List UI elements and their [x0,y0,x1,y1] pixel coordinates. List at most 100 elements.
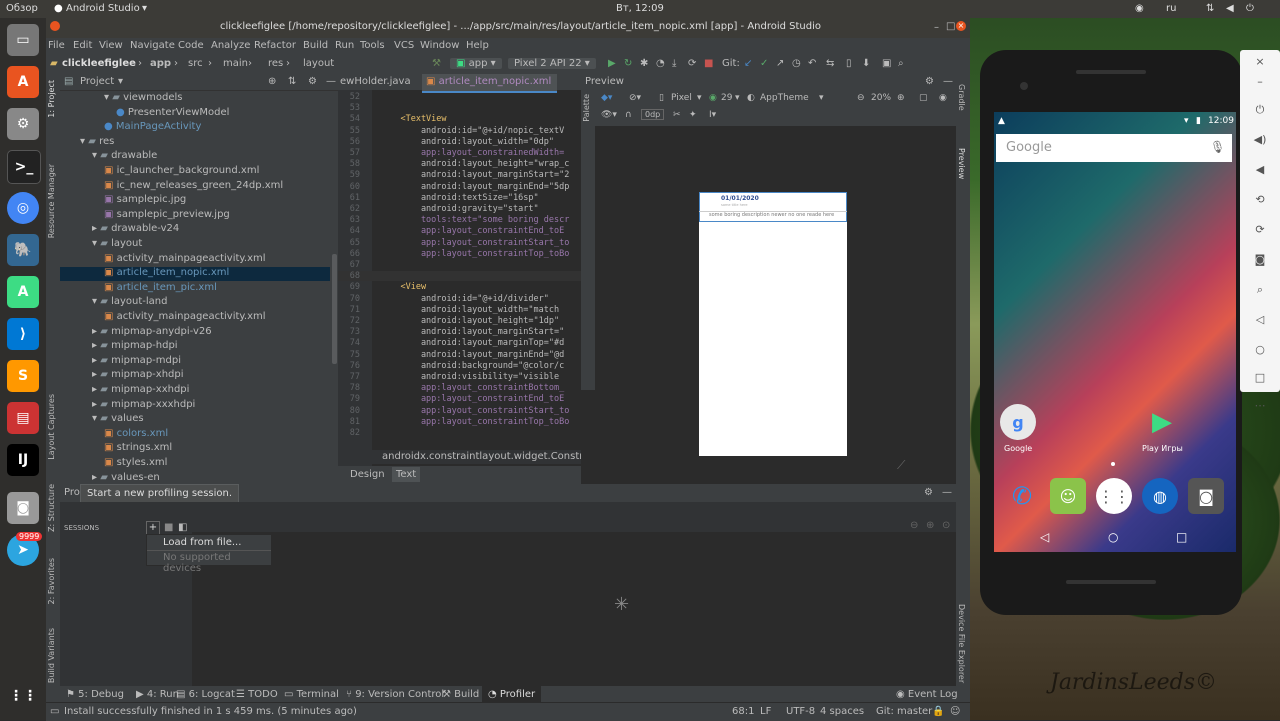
debug-icon[interactable]: ✱ [640,58,648,69]
breadcrumb-main[interactable]: main [223,58,248,69]
tree-item[interactable]: ▾ ▰ layout [60,238,330,252]
back-icon[interactable]: ◁ [1252,312,1268,328]
screenshot-icon[interactable]: ◙ [7,492,39,524]
orientation-icon[interactable]: ⊘▾ [629,93,641,103]
tree-item[interactable]: ▸ ▰ mipmap-xxxhdpi [60,399,330,413]
add-session-button[interactable]: + [146,521,160,535]
stop-button[interactable]: ■ [704,58,713,69]
breadcrumb-app[interactable]: app [150,58,171,69]
tool-favorites[interactable]: 2: Favorites [47,558,56,604]
tool-todo[interactable]: ☰ TODO [236,689,278,700]
sdk-manager-icon[interactable]: ⬇ [862,58,870,69]
tree-item[interactable]: ▾ ▰ layout-land [60,296,330,310]
chevron-down-icon[interactable]: ▸ [92,369,100,380]
layout-preview-canvas[interactable]: 01/01/2020 some title here some boring d… [699,192,847,456]
software-center-icon[interactable]: A [7,66,39,98]
menu-view[interactable]: View [99,40,123,51]
chevron-down-icon[interactable]: ▾ [92,296,100,307]
lock-icon[interactable]: 🔒 [932,706,944,717]
editor-tab-active[interactable]: ▣ article_item_nopic.xml [422,74,558,93]
attach-debugger-icon[interactable]: ⤓ [672,58,676,69]
app-drawer-icon[interactable]: ⋮⋮ [1096,478,1132,514]
inspector-icon[interactable]: ☺ [950,706,960,717]
tree-item[interactable]: ▣ activity_mainpageactivity.xml [60,253,330,267]
tree-item[interactable]: ● MainPageActivity [60,121,330,135]
power-icon[interactable]: ⏻ [1252,102,1268,118]
breadcrumb-project[interactable]: clickleefiglee [62,58,136,69]
zoom-out-icon[interactable]: ⊖ [857,93,865,103]
chevron-down-icon[interactable]: ▾ [118,76,123,87]
browser-icon[interactable]: ◍ [1142,478,1178,514]
power-icon[interactable]: ⏻ [1246,3,1254,14]
tab-design[interactable]: Design [350,469,385,480]
more-icon[interactable]: ⋯ [1252,398,1268,414]
tree-item[interactable]: ▸ ▰ mipmap-xhdpi [60,369,330,383]
git-compare-icon[interactable]: ↗ [776,58,784,69]
preview-device-select[interactable]: Pixel [671,93,692,103]
device-select[interactable]: Pixel 2 API 22 ▾ [508,58,596,69]
stop-session-icon[interactable]: ■ [164,522,173,533]
phone-screen[interactable]: ▲ ▾ ▮ 12:09 Google 🎙 g Google ▶ Play Игр… [994,112,1236,552]
volume-icon[interactable]: ◀ [1226,3,1234,14]
tool-project[interactable]: 1: Project [47,80,56,118]
app-grid-icon[interactable]: ⋮⋮ [7,680,39,712]
menu-tools[interactable]: Tools [360,40,385,51]
menu-analyze[interactable]: Analyze [211,40,250,51]
menu-edit[interactable]: Edit [73,40,92,51]
tree-item[interactable]: ▣ styles.xml [60,457,330,471]
rotate-left-icon[interactable]: ⟲ [1252,192,1268,208]
fit-screen-icon[interactable]: ▢ [919,93,928,103]
menu-vcs[interactable]: VCS [394,40,414,51]
git-update-icon[interactable]: ↙ [744,58,752,69]
tree-item[interactable]: ▸ ▰ values-en [60,472,330,484]
tool-terminal[interactable]: ▭ Terminal [284,689,339,700]
breadcrumb-res[interactable]: res [268,58,283,69]
tree-item[interactable]: ▣ article_item_pic.xml [60,282,330,296]
load-from-file-item[interactable]: Load from file... [163,537,241,548]
gear-icon[interactable]: ⚙ [308,76,317,87]
close-icon[interactable]: × [1252,54,1268,70]
default-margin-select[interactable]: 0dp [641,109,665,120]
code-area[interactable]: 52 53 54 <TextView 55 android:id="@+id/nopi… [338,92,581,452]
screenshot-icon[interactable]: ◙ [1252,252,1268,268]
stop-icon[interactable]: ⟳ [688,58,696,69]
clock[interactable]: Вт, 12:09 [616,3,664,14]
tree-item[interactable]: ▸ ▰ mipmap-mdpi [60,355,330,369]
chevron-down-icon[interactable]: ▸ [92,326,100,337]
minimize-icon[interactable]: – [1252,74,1268,90]
tree-item[interactable]: ▣ samplepic.jpg [60,194,330,208]
rotate-right-icon[interactable]: ⟳ [1252,222,1268,238]
vscode-icon[interactable]: ⟩ [7,318,39,350]
tree-item[interactable]: ● PresenterViewModel [60,107,330,121]
indent-setting[interactable]: 4 spaces [820,706,864,717]
hide-icon[interactable]: — [326,76,336,87]
tool-logcat[interactable]: ▤ 6: Logcat [176,689,235,700]
session-view-icon[interactable]: ◧ [178,522,187,533]
tool-layout-captures[interactable]: Layout Captures [47,394,56,460]
chevron-down-icon[interactable]: ▾ [104,92,112,103]
menu-help[interactable]: Help [466,40,489,51]
search-icon[interactable]: ⌕ [898,58,904,69]
resize-handle-icon[interactable]: ⟋ [897,458,905,473]
avd-manager-icon[interactable]: ▯ [846,58,852,69]
tool-preview[interactable]: Preview [957,148,966,179]
run-config-select[interactable]: ▣ app ▾ [450,58,502,69]
hammer-icon[interactable]: ⚒ [432,58,441,69]
menu-refactor[interactable]: Refactor [254,40,296,51]
chevron-down-icon[interactable]: ▾ [92,413,100,424]
network-icon[interactable]: ⇅ [1206,3,1214,14]
tree-item[interactable]: ▸ ▰ mipmap-xxhdpi [60,384,330,398]
history-icon[interactable]: ◷ [792,58,801,69]
close-window-button[interactable] [50,21,60,31]
chevron-down-icon[interactable]: ▾ [80,136,88,147]
zoom-out-icon[interactable]: ⊖ [910,520,918,531]
zoom-in-icon[interactable]: ⊕ [897,93,905,103]
recents-icon[interactable]: □ [1176,530,1187,544]
hide-icon[interactable]: — [943,76,953,87]
messages-icon[interactable]: ☺ [1050,478,1086,514]
home-icon[interactable]: ○ [1252,342,1268,358]
tree-item[interactable]: ▾ ▰ values [60,413,330,427]
back-icon[interactable]: ◁ [1040,530,1049,544]
rollback-icon[interactable]: ↶ [808,58,816,69]
sublime-icon[interactable]: S [7,360,39,392]
